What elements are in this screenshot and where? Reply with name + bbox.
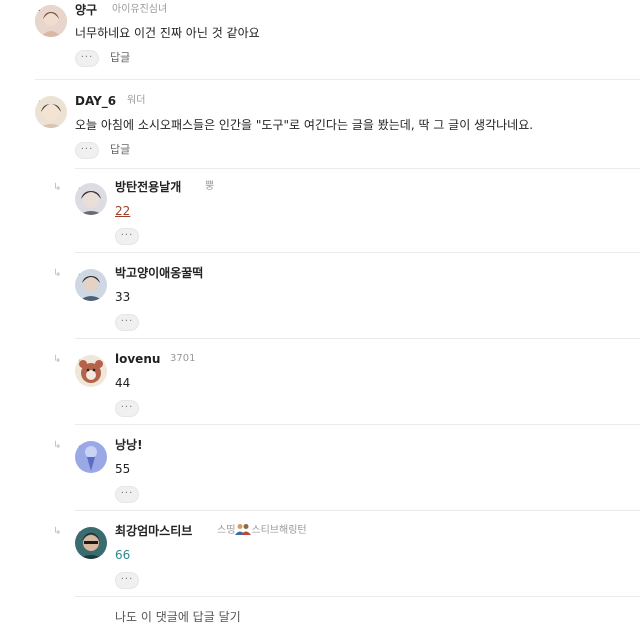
comment-text: 너무하네요 이건 진짜 아닌 것 같아요 bbox=[75, 26, 260, 40]
level-badge: 5 bbox=[35, 96, 41, 104]
nickname[interactable]: DAY_6 bbox=[75, 93, 116, 109]
avatar[interactable]: 4 bbox=[75, 355, 107, 387]
reply-text: 66 bbox=[115, 548, 131, 562]
people-icon bbox=[235, 524, 252, 535]
subtitle-left: 스띵 bbox=[217, 525, 236, 536]
nickname[interactable]: 방탄전용날개 bbox=[115, 179, 181, 195]
divider bbox=[75, 424, 640, 425]
avatar[interactable]: 5 bbox=[35, 96, 67, 128]
avatar[interactable]: 5 bbox=[75, 527, 107, 559]
avatar[interactable]: 5 bbox=[75, 183, 107, 215]
reply-text: 44 bbox=[115, 376, 131, 390]
nickname-subtitle: 3701 bbox=[170, 353, 196, 364]
more-options-button[interactable]: ··· bbox=[75, 142, 99, 159]
more-options-button[interactable]: ··· bbox=[115, 228, 139, 245]
nickname[interactable]: 박고양이애옹꿀떡 bbox=[115, 265, 203, 281]
reply-arrow-icon: ↳ bbox=[53, 440, 62, 451]
nickname-subtitle: 워더 bbox=[127, 95, 146, 106]
more-options-button[interactable]: ··· bbox=[115, 486, 139, 503]
comment-text: 오늘 아침에 소시오패스들은 인간을 "도구"로 여긴다는 글을 봤는데, 딱 … bbox=[75, 118, 534, 132]
more-options-button[interactable]: ··· bbox=[115, 314, 139, 331]
more-options-button[interactable]: ··· bbox=[115, 400, 139, 417]
reply-text[interactable]: 22 bbox=[115, 203, 130, 219]
reply-button[interactable]: 답글 bbox=[110, 142, 130, 158]
write-reply-link[interactable]: 나도 이 댓글에 답글 달기 bbox=[115, 609, 241, 625]
nickname-subtitle: 스띵 스티브해링턴 bbox=[217, 523, 307, 539]
level-badge: 5 bbox=[75, 527, 81, 535]
reply-text: 33 bbox=[115, 290, 131, 304]
reply-button[interactable]: 답글 bbox=[110, 50, 130, 66]
level-badge: 2 bbox=[35, 5, 41, 13]
level-badge: 5 bbox=[75, 183, 81, 191]
nickname[interactable]: lovenu bbox=[115, 351, 160, 367]
divider bbox=[35, 79, 640, 80]
divider bbox=[75, 510, 640, 511]
divider bbox=[75, 338, 640, 339]
avatar[interactable]: 2 bbox=[35, 5, 67, 37]
divider bbox=[75, 252, 640, 253]
avatar[interactable]: 5 bbox=[75, 269, 107, 301]
subtitle-right: 스티브해링턴 bbox=[251, 525, 307, 536]
reply-arrow-icon: ↳ bbox=[53, 268, 62, 279]
avatar[interactable]: 4 bbox=[75, 441, 107, 473]
level-badge: 5 bbox=[75, 269, 81, 277]
more-options-button[interactable]: ··· bbox=[115, 572, 139, 589]
more-options-button[interactable]: ··· bbox=[75, 50, 99, 67]
nickname[interactable]: 낭낭! bbox=[115, 437, 143, 453]
nickname[interactable]: 양구 bbox=[75, 2, 97, 18]
nickname-subtitle: 뿡 bbox=[205, 181, 215, 192]
reply-arrow-icon: ↳ bbox=[53, 526, 62, 537]
nickname[interactable]: 최강엄마스티브 bbox=[115, 523, 192, 539]
nickname-subtitle: 아이유진심녀 bbox=[112, 4, 168, 15]
reply-arrow-icon: ↳ bbox=[53, 354, 62, 365]
divider bbox=[75, 596, 640, 597]
reply-text: 55 bbox=[115, 462, 131, 476]
level-badge: 4 bbox=[75, 441, 81, 449]
divider bbox=[75, 168, 640, 169]
reply-arrow-icon: ↳ bbox=[53, 182, 62, 193]
level-badge: 4 bbox=[75, 355, 81, 363]
